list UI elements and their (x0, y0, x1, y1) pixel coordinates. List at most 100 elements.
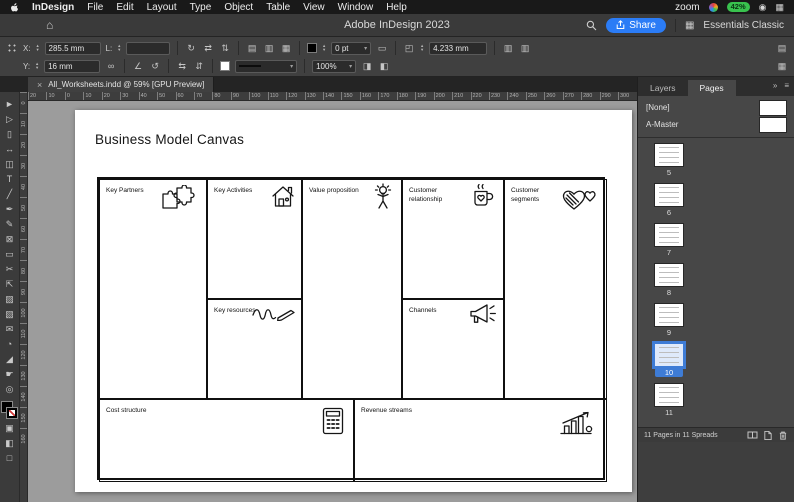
x-stepper[interactable]: ▲ ▼ (36, 44, 40, 52)
selection-tool[interactable]: ► (2, 97, 18, 112)
gutter-icon[interactable]: ▥ (519, 42, 531, 55)
cell-channels[interactable]: Channels (402, 299, 504, 399)
align-right-icon[interactable]: ▦ (280, 42, 292, 55)
rotate-90-icon[interactable]: ↺ (149, 60, 161, 73)
menu-view[interactable]: View (303, 2, 325, 13)
cell-revenue-streams[interactable]: Revenue streams (354, 399, 607, 482)
page-thumbnail[interactable] (655, 384, 683, 406)
menu-object[interactable]: Object (224, 2, 253, 13)
stroke-weight-stepper[interactable]: ▲ ▼ (322, 44, 326, 52)
page-item-11[interactable]: 11 (638, 384, 794, 424)
page-thumbnail[interactable] (655, 304, 683, 326)
edit-page-size-icon[interactable] (747, 430, 758, 440)
page-thumbnail[interactable] (655, 144, 683, 166)
line-tool[interactable]: ╱ (2, 187, 18, 202)
apple-logo-icon[interactable] (10, 2, 19, 13)
pencil-tool[interactable]: ✎ (2, 217, 18, 232)
menu-window[interactable]: Window (338, 2, 374, 13)
document-page[interactable]: Business Model Canvas Key Partners Key A… (75, 110, 632, 492)
gradient-swatch-tool[interactable]: ▨ (2, 292, 18, 307)
horizontal-ruler[interactable]: 20 10 0 10 20 30 40 50 60 70 80 90 100 110 120 130 140 15… (28, 92, 637, 101)
page-tool[interactable]: ▯ (2, 127, 18, 142)
apply-color-button[interactable]: ◧ (2, 436, 18, 451)
y-position-field[interactable]: 16 mm (44, 59, 101, 73)
home-icon[interactable]: ⌂ (46, 18, 53, 32)
tab-layers[interactable]: Layers (638, 80, 688, 96)
shear-icon[interactable]: ∠ (132, 60, 144, 73)
free-transform-tool[interactable]: ⇱ (2, 277, 18, 292)
panel-dock-icon[interactable]: ▦ (776, 60, 788, 73)
corner-options-icon[interactable]: ◰ (403, 42, 415, 55)
overprint-icon[interactable]: ◧ (378, 60, 390, 73)
share-button[interactable]: Share (606, 17, 666, 33)
menu-file[interactable]: File (87, 2, 103, 13)
page-item-8[interactable]: 8 (638, 264, 794, 304)
fill-stroke-swatches[interactable] (2, 402, 17, 418)
corner-radius-field[interactable]: 4.233 mm (429, 41, 488, 55)
page-thumbnail[interactable] (655, 224, 683, 246)
cell-key-resources[interactable]: Key resources (207, 299, 302, 399)
stroke-color-swatch[interactable] (307, 43, 318, 53)
menu-app-name[interactable]: InDesign (32, 2, 74, 13)
menu-zoom[interactable]: zoom (675, 2, 699, 13)
page-item-7[interactable]: 7 (638, 224, 794, 264)
flip-horizontal-icon[interactable]: ⇄ (202, 42, 214, 55)
cell-customer-segments[interactable]: Customer segments (504, 179, 607, 399)
close-tab-icon[interactable]: × (37, 80, 42, 90)
formatting-container-button[interactable]: ▣ (2, 421, 18, 436)
note-tool[interactable]: ✉ (2, 322, 18, 337)
new-page-icon[interactable] (763, 430, 773, 441)
l-stepper[interactable]: ▲ ▼ (117, 44, 121, 52)
scissors-tool[interactable]: ✂ (2, 262, 18, 277)
eyedropper-tool[interactable]: ◢ (2, 352, 18, 367)
menubar-extras-icon[interactable]: ▦ (775, 2, 784, 12)
workspace-switcher[interactable]: Essentials Classic (703, 20, 784, 31)
page-thumbnail[interactable] (655, 264, 683, 286)
color-theme-tool[interactable]: ◔ (2, 337, 18, 352)
cell-value-proposition[interactable]: Value proposition (302, 179, 402, 399)
columns-icon[interactable]: ▥ (502, 42, 514, 55)
panel-menu-icon[interactable]: ≡ (784, 81, 789, 90)
delete-page-icon[interactable] (778, 430, 788, 441)
menu-table[interactable]: Table (266, 2, 290, 13)
panel-options-icon[interactable]: ▤ (776, 42, 788, 55)
stroke-style-select[interactable]: ▾ (235, 59, 298, 73)
x-position-field[interactable]: 285.5 mm (44, 41, 101, 55)
pen-tool[interactable]: ✒ (2, 202, 18, 217)
content-collector-tool[interactable]: ◫ (2, 157, 18, 172)
type-tool[interactable]: T (2, 172, 18, 187)
align-center-icon[interactable]: ▥ (263, 42, 275, 55)
master-item-none[interactable]: [None] (638, 99, 794, 116)
tab-pages[interactable]: Pages (687, 80, 736, 96)
corner-stepper[interactable]: ▲ ▼ (420, 44, 424, 52)
direct-selection-tool[interactable]: ▷ (2, 112, 18, 127)
page-item-9[interactable]: 9 (638, 304, 794, 344)
zoom-tool[interactable]: ◎ (2, 382, 18, 397)
workspace-grid-icon[interactable]: ▦ (685, 20, 694, 31)
distribute-v-icon[interactable]: ⇵ (193, 60, 205, 73)
hand-tool[interactable]: ☛ (2, 367, 18, 382)
document-tab[interactable]: × All_Worksheets.indd @ 59% [GPU Preview… (28, 77, 215, 92)
cell-cost-structure[interactable]: Cost structure (99, 399, 354, 482)
menu-edit[interactable]: Edit (116, 2, 133, 13)
rectangle-tool[interactable]: ▭ (2, 247, 18, 262)
zoom-level-select[interactable]: 100% ▾ (312, 59, 357, 73)
control-center-icon[interactable]: ◉ (759, 2, 767, 12)
battery-indicator[interactable]: 42% (726, 2, 750, 12)
stroke-swatch[interactable] (7, 408, 17, 418)
search-icon[interactable] (586, 20, 597, 31)
distribute-h-icon[interactable]: ⇆ (176, 60, 188, 73)
menu-help[interactable]: Help (386, 2, 407, 13)
rotate-icon[interactable]: ↻ (185, 42, 197, 55)
align-left-icon[interactable]: ▤ (246, 42, 258, 55)
collapse-panel-icon[interactable]: » (773, 81, 777, 90)
stroke-weight-select[interactable]: 0 pt ▾ (331, 41, 372, 55)
constrain-link-icon[interactable]: ∞ (105, 60, 117, 73)
fill-color-swatch[interactable] (220, 61, 231, 71)
cell-customer-relationship[interactable]: Customer relationship (402, 179, 504, 299)
page-thumbnail[interactable] (655, 184, 683, 206)
flip-vertical-icon[interactable]: ⇅ (219, 42, 231, 55)
app-status-icon[interactable] (708, 2, 718, 12)
menu-layout[interactable]: Layout (147, 2, 177, 13)
page-item-6[interactable]: 6 (638, 184, 794, 224)
